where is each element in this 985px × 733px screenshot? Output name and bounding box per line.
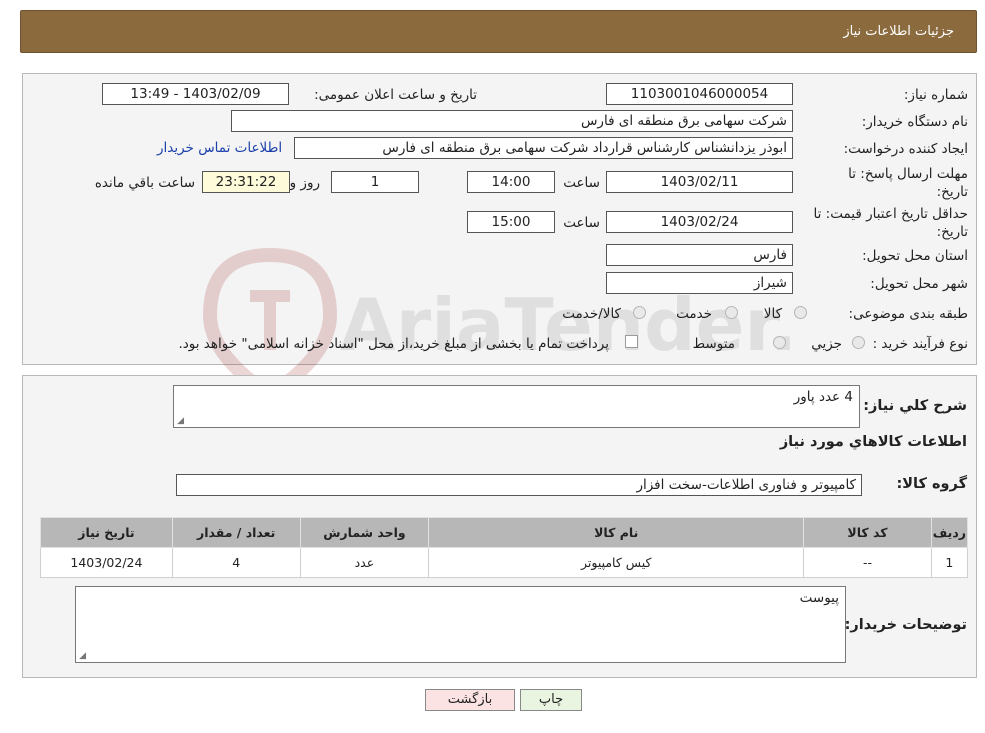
- validity-time-field: 15:00: [467, 211, 555, 233]
- treasury-payment-checkbox[interactable]: [625, 335, 638, 348]
- items-table-header: رديف کد کالا نام کالا واحد شمارش تعداد /…: [40, 517, 969, 548]
- category-label: طبقه بندی موضوعی:: [848, 306, 968, 322]
- buyer-contact-link[interactable]: اطلاعات تماس خریدار: [157, 140, 282, 156]
- print-button[interactable]: چاپ: [520, 689, 582, 711]
- validity-time-label: ساعت: [563, 215, 600, 231]
- page-header: جزئیات اطلاعات نیاز: [20, 10, 977, 53]
- category-option-goods: کالا: [763, 306, 782, 322]
- creator-field: ابوذر یزدانشناس کارشناس قرارداد شرکت سها…: [294, 137, 793, 159]
- validity-date-field: 1403/02/24: [606, 211, 793, 233]
- cell-name: کیس کامپیوتر: [428, 547, 805, 578]
- col-code: کد کالا: [803, 517, 932, 548]
- cell-code: --: [803, 547, 932, 578]
- group-label: گروه کالا:: [896, 476, 967, 492]
- need-number-label: شماره نیاز:: [903, 87, 968, 103]
- col-need-date: تاریخ نیاز: [40, 517, 173, 548]
- category-option-goods-service: کالا/خدمت: [562, 306, 621, 322]
- process-radio-minor[interactable]: [852, 336, 865, 349]
- creator-label: ایجاد کننده درخواست:: [843, 141, 968, 157]
- validity-label-date: تاریخ:: [936, 224, 968, 240]
- category-radio-service[interactable]: [725, 306, 738, 319]
- buyer-org-label: نام دستگاه خریدار:: [861, 114, 968, 130]
- province-label: استان محل تحویل:: [862, 248, 968, 264]
- buyer-notes-textarea: پیوست ◢: [75, 586, 846, 663]
- cell-row: 1: [930, 547, 969, 578]
- deadline-label: مهلت ارسال پاسخ: تا: [848, 166, 968, 182]
- process-option-medium: متوسط: [692, 336, 735, 352]
- cell-unit: عدد: [299, 547, 430, 578]
- summary-textarea: 4 عدد پاور ◢: [173, 385, 860, 428]
- category-option-service: خدمت: [676, 306, 712, 322]
- items-table: رديف کد کالا نام کالا واحد شمارش تعداد /…: [40, 517, 969, 578]
- page-title: جزئیات اطلاعات نیاز: [843, 24, 954, 39]
- buyer-notes-label: توضیحات خریدار:: [844, 617, 967, 633]
- validity-label: حداقل تاریخ اعتبار قیمت: تا: [813, 206, 968, 222]
- payment-note: پرداخت تمام یا بخشی از مبلغ خرید،از محل …: [178, 336, 609, 352]
- days-label: روز و: [289, 175, 320, 191]
- process-radio-medium[interactable]: [773, 336, 786, 349]
- cell-quantity: 4: [171, 547, 301, 578]
- summary-label: شرح کلي نياز:: [863, 398, 967, 414]
- province-field: فارس: [606, 244, 793, 266]
- group-field: کامپیوتر و فناوری اطلاعات-سخت افزار: [176, 474, 862, 496]
- resize-grip-icon[interactable]: ◢: [78, 652, 86, 661]
- category-radio-goods[interactable]: [794, 306, 807, 319]
- announce-datetime-label: تاریخ و ساعت اعلان عمومی:: [314, 87, 477, 103]
- col-row: رديف: [930, 517, 969, 548]
- city-label: شهر محل تحویل:: [870, 276, 968, 292]
- city-field: شیراز: [606, 272, 793, 294]
- summary-text: 4 عدد پاور: [793, 389, 853, 405]
- deadline-date-field: 1403/02/11: [606, 171, 793, 193]
- items-heading: اطلاعات کالاهاي مورد نياز: [779, 434, 967, 450]
- buyer-notes-text: پیوست: [799, 590, 839, 606]
- back-button[interactable]: بازگشت: [425, 689, 515, 711]
- col-unit: واحد شمارش: [299, 517, 430, 548]
- deadline-label-date: تاریخ:: [936, 184, 968, 200]
- buyer-org-field: شرکت سهامی برق منطقه ای فارس: [231, 110, 793, 132]
- col-quantity: تعداد / مقدار: [171, 517, 301, 548]
- cell-need-date: 1403/02/24: [40, 547, 173, 578]
- remaining-time-label: ساعت باقي مانده: [94, 175, 195, 191]
- table-row: 1 -- کیس کامپیوتر عدد 4 1403/02/24: [40, 547, 969, 578]
- deadline-time-field: 14:00: [467, 171, 555, 193]
- need-number-field: 1103001046000054: [606, 83, 793, 105]
- remaining-time-field: 23:31:22: [202, 171, 290, 193]
- deadline-time-label: ساعت: [563, 175, 600, 191]
- remaining-days-field: 1: [331, 171, 419, 193]
- col-name: نام کالا: [428, 517, 805, 548]
- category-radio-goods-service[interactable]: [633, 306, 646, 319]
- resize-grip-icon[interactable]: ◢: [176, 417, 184, 426]
- process-label: نوع فرآیند خرید :: [872, 336, 968, 352]
- process-option-minor: جزیي: [811, 336, 842, 352]
- announce-datetime-field: 1403/02/09 - 13:49: [102, 83, 289, 105]
